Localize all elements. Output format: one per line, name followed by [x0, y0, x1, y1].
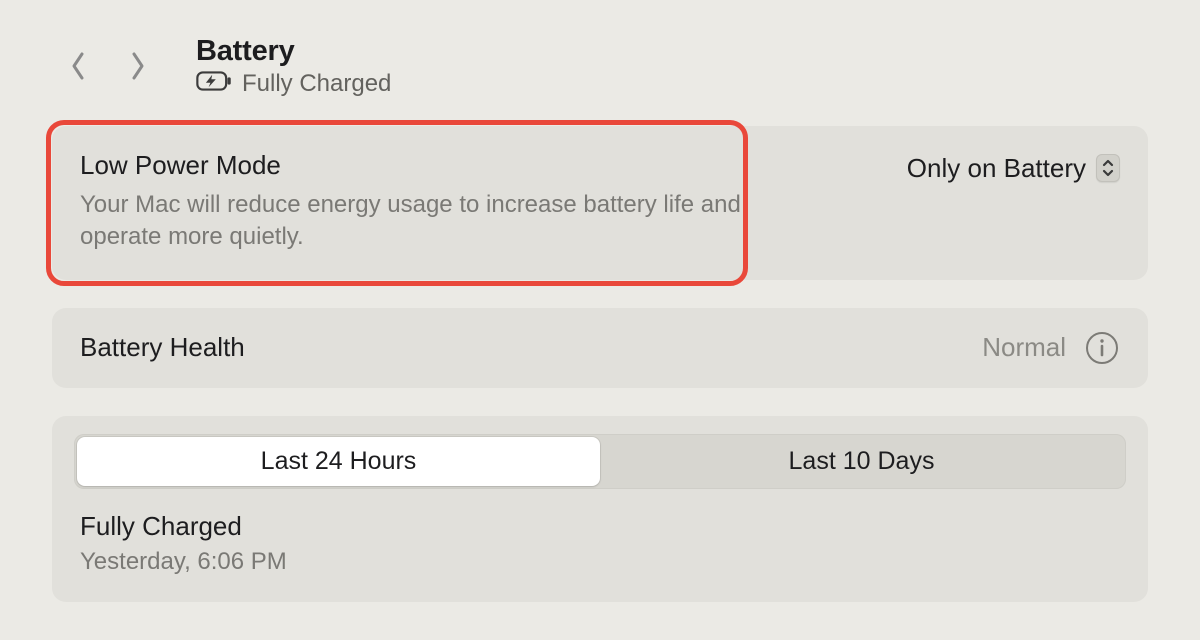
battery-health-label: Battery Health [80, 332, 245, 363]
charge-status-timestamp: Yesterday, 6:06 PM [80, 548, 1120, 576]
time-range-segmented: Last 24 Hours Last 10 Days [74, 434, 1126, 489]
charge-status: Fully Charged Yesterday, 6:06 PM [52, 489, 1148, 602]
low-power-mode-row: Low Power Mode Your Mac will reduce ener… [52, 126, 1148, 280]
low-power-mode-description: Your Mac will reduce energy usage to inc… [80, 189, 800, 254]
low-power-mode-select[interactable]: Only on Battery [907, 153, 1120, 184]
header: Battery Fully Charged [52, 35, 1148, 98]
low-power-mode-title: Low Power Mode [80, 150, 800, 181]
battery-health-group: Battery Health Normal [52, 308, 1148, 388]
info-icon[interactable] [1084, 330, 1120, 366]
usage-group: Last 24 Hours Last 10 Days Fully Charged… [52, 416, 1148, 602]
forward-button[interactable] [126, 49, 148, 83]
battery-charging-icon [196, 71, 232, 96]
low-power-mode-text: Low Power Mode Your Mac will reduce ener… [80, 150, 800, 254]
low-power-mode-selected-label: Only on Battery [907, 153, 1086, 184]
battery-health-row: Battery Health Normal [52, 308, 1148, 388]
page-subtitle: Fully Charged [242, 70, 391, 98]
time-range-segmented-wrap: Last 24 Hours Last 10 Days [52, 416, 1148, 489]
low-power-mode-group: Low Power Mode Your Mac will reduce ener… [52, 126, 1148, 280]
segment-last-24-hours[interactable]: Last 24 Hours [77, 437, 600, 486]
segment-last-10-days[interactable]: Last 10 Days [600, 437, 1123, 486]
page-title: Battery [196, 35, 391, 68]
charge-status-title: Fully Charged [80, 511, 1120, 542]
chevron-up-down-icon [1096, 154, 1120, 182]
back-button[interactable] [68, 49, 90, 83]
title-block: Battery Fully Charged [196, 35, 391, 98]
battery-health-value: Normal [982, 332, 1066, 363]
